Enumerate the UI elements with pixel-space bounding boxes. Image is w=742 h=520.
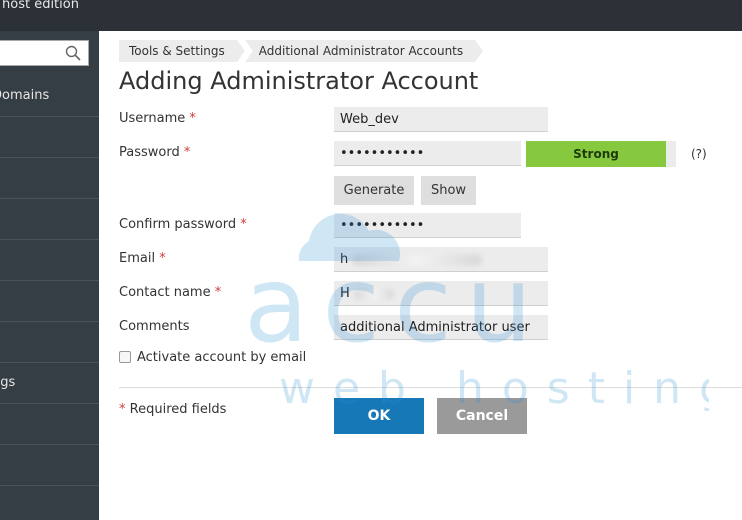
email-label: Email * [119, 251, 166, 266]
password-label: Password * [119, 145, 191, 160]
sidebar-item[interactable] [0, 117, 99, 158]
activate-by-email-checkbox[interactable] [119, 351, 131, 363]
breadcrumb-tools-settings[interactable]: Tools & Settings [119, 40, 245, 62]
required-star: * [189, 111, 196, 126]
confirm-password-label: Confirm password * [119, 217, 247, 232]
required-fields-note: * Required fields [119, 402, 227, 417]
sidebar-item[interactable] [0, 240, 99, 281]
comments-field[interactable]: additional Administrator user [334, 315, 548, 340]
sidebar-item[interactable] [0, 322, 99, 363]
email-field[interactable]: h [334, 247, 548, 272]
cancel-button[interactable]: Cancel [437, 398, 527, 434]
confirm-password-field[interactable]: ••••••••••• [334, 213, 521, 238]
form-divider [119, 387, 742, 388]
search-icon[interactable] [65, 45, 81, 61]
password-help-link[interactable]: (?) [691, 147, 707, 161]
sidebar-item[interactable] [0, 445, 99, 486]
search-input[interactable] [0, 40, 89, 66]
show-password-button[interactable]: Show [421, 176, 476, 205]
activate-by-email-label: Activate account by email [137, 350, 307, 365]
password-field[interactable]: ••••••••••• [334, 141, 521, 166]
username-label: Username * [119, 111, 196, 126]
required-star: * [240, 217, 247, 232]
username-field[interactable]: Web_dev [334, 107, 548, 132]
sidebar-item[interactable] [0, 158, 99, 199]
sidebar-item[interactable] [0, 404, 99, 445]
required-star: * [214, 285, 222, 300]
redacted-blur [352, 253, 483, 266]
sidebar-item[interactable] [0, 281, 99, 322]
breadcrumb-admin-accounts[interactable]: Additional Administrator Accounts [244, 40, 484, 62]
generate-button[interactable]: Generate [334, 176, 414, 205]
required-star: * [159, 251, 166, 266]
required-star: * [183, 145, 191, 160]
password-strength-meter: Strong [526, 141, 676, 167]
sidebar: Domains ngs [0, 31, 99, 520]
contact-name-field[interactable]: H [334, 281, 548, 306]
contact-name-label: Contact name * [119, 285, 222, 300]
email-value: h [340, 252, 349, 267]
breadcrumb: Tools & Settings Additional Administrato… [119, 40, 484, 62]
contact-name-value: H [340, 286, 350, 301]
edition-title: host edition [2, 0, 79, 12]
sidebar-item-label: Domains [0, 88, 50, 103]
sidebar-item-domains[interactable]: Domains [0, 76, 99, 117]
ok-button[interactable]: OK [334, 398, 424, 434]
page-title: Adding Administrator Account [119, 67, 479, 95]
sidebar-item-settings[interactable]: ngs [0, 363, 99, 404]
comments-label: Comments [119, 319, 190, 334]
redacted-blur [353, 287, 394, 300]
required-star: * [119, 402, 126, 417]
sidebar-item-label: ngs [0, 375, 16, 390]
sidebar-item[interactable] [0, 199, 99, 240]
main-content: Tools & Settings Additional Administrato… [99, 31, 742, 520]
top-bar: host edition [0, 0, 742, 31]
